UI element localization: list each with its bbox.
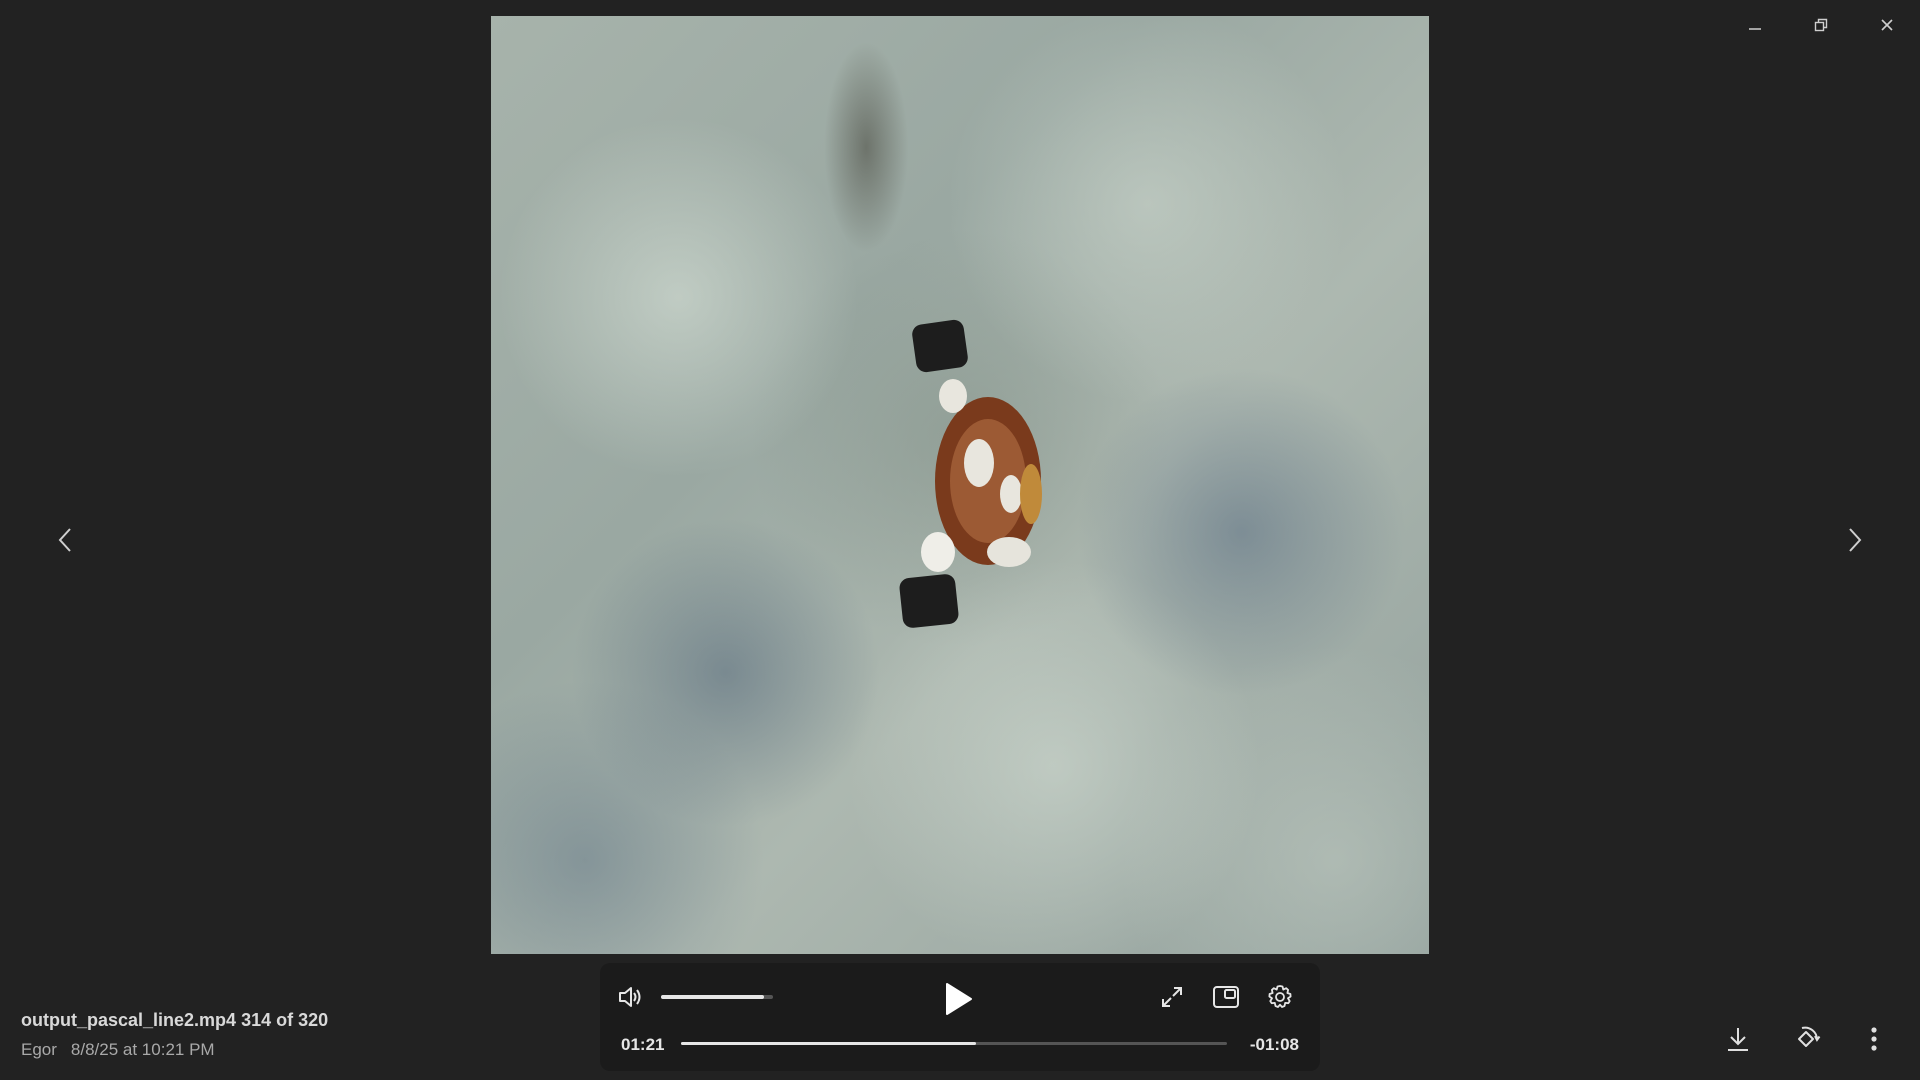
video-player-controls: 01:21 -01:08 [600,963,1320,1071]
media-actions [1704,1022,1908,1056]
restore-icon[interactable] [1788,8,1854,42]
close-icon[interactable] [1854,8,1920,42]
download-button[interactable] [1704,1022,1772,1056]
fullscreen-button[interactable] [1156,981,1188,1013]
chevron-right-icon [1849,528,1862,552]
settings-button[interactable] [1264,981,1296,1013]
gear-icon [1268,985,1292,1008]
time-elapsed: 01:21 [621,1035,665,1054]
file-author: Egor [21,1040,57,1059]
next-button[interactable] [1835,520,1875,560]
picture-in-picture-icon [1213,986,1239,1008]
picture-in-picture-button[interactable] [1210,981,1242,1013]
volume-button[interactable] [614,981,646,1013]
rotate-icon [1798,1026,1821,1047]
video-frame[interactable] [491,16,1429,954]
file-date: 8/8/25 at 10:21 PM [70,1040,215,1059]
file-counter: 314 of 320 [241,1010,329,1030]
previous-button[interactable] [45,520,85,560]
seek-progress [681,1042,976,1045]
media-viewer: output_pascal_line2.mp4 314 of 320 Egor 8/… [0,0,1920,1080]
time-remaining: -01:08 [1249,1035,1299,1054]
download-icon [1728,1028,1748,1051]
more-vertical-icon [1871,1027,1877,1051]
more-options-button[interactable] [1840,1022,1908,1056]
file-name: output_pascal_line2.mp4 [21,1010,237,1030]
video-content-toy-car [899,319,1042,628]
play-button[interactable] [936,977,980,1021]
volume-slider[interactable] [661,994,773,1000]
file-meta: Egor 8/8/25 at 10:21 PM [21,1040,328,1060]
rotate-button[interactable] [1772,1022,1840,1056]
file-title: output_pascal_line2.mp4 314 of 320 [21,1010,328,1031]
expand-icon [1162,987,1182,1007]
file-info: output_pascal_line2.mp4 314 of 320 Egor 8/… [21,1010,328,1060]
play-icon [946,983,972,1015]
minimize-icon[interactable] [1722,8,1788,42]
seek-bar[interactable] [681,1041,1227,1047]
window-controls [1722,8,1920,42]
volume-icon [619,987,641,1007]
chevron-left-icon [58,528,71,552]
volume-level [661,995,765,999]
